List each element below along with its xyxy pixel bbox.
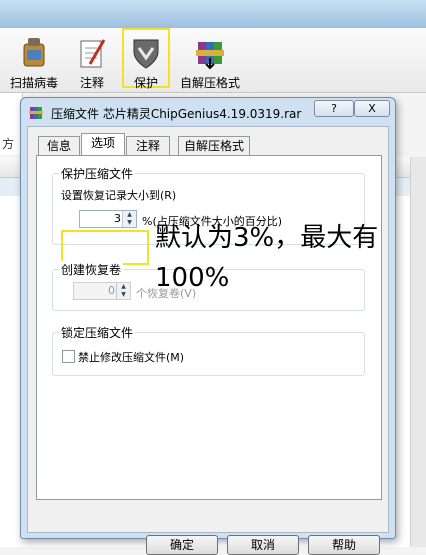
tab-options[interactable]: 选项 bbox=[81, 133, 125, 155]
recovery-volume-spinner[interactable]: 0 ▲ ▼ bbox=[73, 282, 131, 300]
tab-sfx[interactable]: 自解压格式 bbox=[178, 136, 250, 155]
dialog-title: 压缩文件 芯片精灵ChipGenius4.19.0319.rar bbox=[51, 107, 302, 121]
background-window-titlebar bbox=[0, 0, 426, 28]
close-caption-button[interactable]: X bbox=[354, 100, 390, 117]
sfx-button[interactable]: 自解压格式 bbox=[176, 32, 244, 90]
annotation-text: 默认为3%，最大有 100% bbox=[155, 218, 415, 298]
recovery-volume-value: 0 bbox=[108, 284, 115, 297]
recovery-highlight-box bbox=[61, 230, 149, 265]
dialog-body: 信息 选项 注释 自解压格式 保护压缩文件 设置恢复记录大小到(R) 3 ▲ ▼… bbox=[27, 126, 389, 555]
scan-virus-button[interactable]: 扫描病毒 bbox=[6, 32, 62, 90]
address-fragment: 方 bbox=[2, 137, 15, 151]
annotation-line-1: 默认为3%，最大有 bbox=[155, 223, 379, 253]
lock-group-title: 锁定压缩文件 bbox=[59, 324, 136, 341]
annotation-line-2: 100% bbox=[155, 263, 230, 293]
recovery-record-spinner[interactable]: 3 ▲ ▼ bbox=[79, 210, 137, 228]
volume-spin-down-icon[interactable]: ▼ bbox=[117, 291, 130, 299]
lock-archive-label[interactable]: 禁止修改压缩文件(M) bbox=[78, 349, 184, 365]
sfx-archive-icon bbox=[196, 42, 224, 70]
protect-button[interactable]: 保护 bbox=[122, 28, 170, 90]
tab-comment[interactable]: 注释 bbox=[126, 136, 170, 155]
cancel-button[interactable]: 取消 bbox=[227, 535, 299, 555]
options-tab-panel: 保护压缩文件 设置恢复记录大小到(R) 3 ▲ ▼ %(占压缩文件大小的百分比)… bbox=[36, 155, 382, 500]
lock-archive-checkbox[interactable] bbox=[62, 350, 75, 363]
recovery-record-value: 3 bbox=[114, 212, 121, 225]
help-button[interactable]: 帮助 bbox=[308, 535, 380, 555]
file-list-scrollbar[interactable] bbox=[410, 157, 426, 547]
help-icon: ? bbox=[331, 102, 337, 115]
winrar-toolbar: 扫描病毒 注释 保护 自解压格式 bbox=[0, 28, 426, 93]
scan-virus-label: 扫描病毒 bbox=[9, 76, 58, 90]
sfx-label: 自解压格式 bbox=[179, 76, 240, 90]
volume-spin-up-icon[interactable]: ▲ bbox=[117, 283, 130, 291]
protect-label: 保护 bbox=[133, 76, 158, 90]
recovery-record-label: 设置恢复记录大小到(R) bbox=[61, 189, 177, 202]
lock-archive-group: 锁定压缩文件 禁止修改压缩文件(M) bbox=[52, 324, 365, 376]
close-icon: X bbox=[368, 102, 376, 115]
scan-virus-icon bbox=[23, 38, 45, 67]
spinner-arrows[interactable]: ▲ ▼ bbox=[122, 211, 136, 227]
tab-info[interactable]: 信息 bbox=[38, 136, 80, 155]
comment-button[interactable]: 注释 bbox=[70, 32, 114, 90]
spin-down-icon[interactable]: ▼ bbox=[123, 219, 136, 227]
volume-spinner-arrows[interactable]: ▲ ▼ bbox=[116, 283, 130, 299]
archive-properties-dialog: 压缩文件 芯片精灵ChipGenius4.19.0319.rar ? X 信息 … bbox=[20, 97, 396, 555]
spin-up-icon[interactable]: ▲ bbox=[123, 211, 136, 219]
winrar-archive-icon bbox=[29, 107, 43, 119]
help-caption-button[interactable]: ? bbox=[314, 100, 354, 117]
comment-icon bbox=[80, 39, 106, 68]
shield-icon bbox=[133, 39, 159, 69]
volume-group-title: 创建恢复卷 bbox=[59, 261, 124, 278]
ok-button[interactable]: 确定 bbox=[146, 535, 218, 555]
comment-label: 注释 bbox=[79, 76, 104, 90]
protect-group-title: 保护压缩文件 bbox=[59, 165, 136, 182]
